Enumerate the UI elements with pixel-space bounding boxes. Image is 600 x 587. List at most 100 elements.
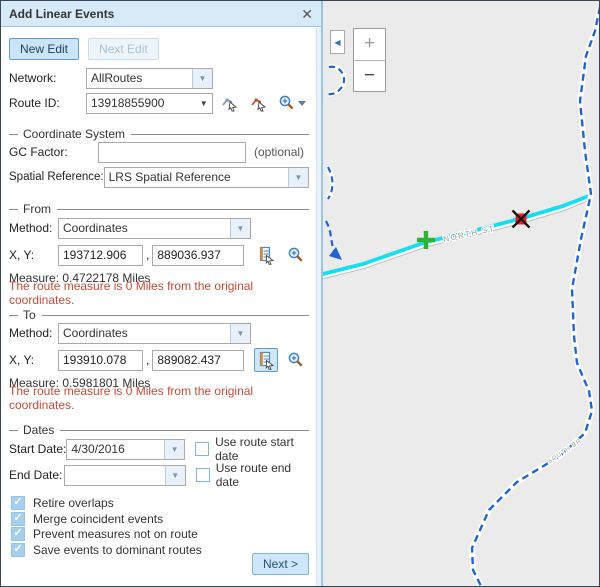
add-linear-events-panel: Add Linear Events ✕ New Edit Next Edit N…	[1, 1, 323, 586]
from-y-input[interactable]: 889036.937	[152, 245, 244, 266]
merge-coincident-events-checkbox[interactable]: ✓	[11, 512, 25, 526]
map-canvas[interactable]: ◀ + − NORTH ST SOUTH BR	[323, 1, 600, 586]
from-legend: From	[23, 202, 51, 216]
use-route-start-date-checkbox[interactable]	[195, 442, 209, 456]
route-polyline-icon	[221, 94, 239, 112]
to-separator: To	[9, 308, 309, 322]
close-icon[interactable]: ✕	[301, 7, 313, 21]
table-cursor-icon	[257, 351, 276, 370]
pick-to-point-on-map-icon[interactable]	[254, 348, 278, 372]
from-x-input[interactable]: 193712.906	[58, 245, 143, 266]
route-id-value: 13918855900	[87, 94, 196, 113]
coordinate-system-separator: Coordinate System	[9, 127, 309, 141]
collapse-arrow-icon: ◀	[334, 38, 340, 47]
gc-factor-row: GC Factor: (optional)	[9, 141, 309, 163]
select-route-on-map-icon[interactable]	[219, 91, 242, 115]
zoom-to-route-button[interactable]	[277, 91, 309, 115]
start-date-value: 4/30/2016	[67, 440, 164, 459]
from-method-label: Method:	[9, 221, 58, 235]
spatial-reference-dropdown[interactable]: LRS Spatial Reference ▼	[104, 167, 309, 188]
panel-scrollbar[interactable]	[316, 28, 321, 586]
prevent-measures-checkbox[interactable]: ✓	[11, 527, 25, 541]
from-xy-label: X, Y:	[9, 248, 58, 262]
use-route-end-date-checkbox[interactable]	[196, 468, 210, 482]
spatial-reference-row: Spatial Reference: LRS Spatial Reference…	[9, 166, 309, 188]
river-label: SOUTH BR	[546, 437, 583, 465]
option-retire-overlaps: ✓ Retire overlaps	[11, 495, 309, 510]
river-casing	[472, 7, 600, 586]
start-date-label: Start Date:	[9, 442, 66, 456]
xy-comma: ,	[146, 353, 149, 367]
start-date-dropdown[interactable]: 4/30/2016 ▼	[66, 439, 185, 460]
prevent-measures-label: Prevent measures not on route	[33, 527, 198, 541]
footer-row: Next >	[9, 553, 309, 575]
select-route-endpoint-icon[interactable]	[248, 91, 271, 115]
new-edit-button[interactable]: New Edit	[9, 38, 79, 60]
to-xy-label: X, Y:	[9, 353, 58, 367]
chevron-down-icon[interactable]: ▼	[230, 219, 250, 238]
to-legend: To	[23, 308, 36, 322]
panel-collapse-button[interactable]: ◀	[330, 30, 345, 54]
dates-legend: Dates	[23, 423, 54, 437]
retire-overlaps-label: Retire overlaps	[33, 496, 114, 510]
option-prevent-measures: ✓ Prevent measures not on route	[11, 526, 309, 541]
magnifier-icon	[278, 94, 308, 112]
gc-factor-input[interactable]	[98, 142, 246, 163]
chevron-down-icon[interactable]: ▼	[164, 440, 184, 459]
gc-factor-label: GC Factor:	[9, 145, 98, 159]
chevron-down-icon[interactable]: ▼	[288, 168, 308, 187]
optional-hint: (optional)	[254, 145, 304, 159]
route-id-row: Route ID: 13918855900 ▼	[9, 92, 309, 114]
map-zoom-control: + −	[353, 28, 386, 92]
flow-arrowhead	[329, 247, 342, 260]
end-date-value	[65, 466, 165, 485]
pick-from-point-on-map-icon[interactable]	[254, 243, 278, 267]
stream-arrow-segment	[326, 221, 335, 252]
route-id-combo[interactable]: 13918855900 ▼	[86, 93, 213, 114]
end-date-dropdown[interactable]: ▼	[64, 465, 186, 486]
to-method-dropdown[interactable]: Coordinates ▼	[58, 323, 251, 344]
end-date-row: End Date: ▼ Use route end date	[9, 464, 309, 486]
retire-overlaps-checkbox[interactable]: ✓	[11, 496, 25, 510]
xy-comma: ,	[146, 248, 149, 262]
to-xy-row: X, Y: 193910.078 , 889082.437	[9, 349, 309, 371]
merge-coincident-events-label: Merge coincident events	[33, 512, 163, 526]
end-date-label: End Date:	[9, 468, 64, 482]
from-method-row: Method: Coordinates ▼	[9, 217, 309, 239]
zoom-to-to-point-button[interactable]	[284, 348, 308, 372]
to-x-input[interactable]: 193910.078	[58, 350, 143, 371]
network-label: Network:	[9, 71, 86, 85]
zoom-out-button[interactable]: −	[354, 61, 385, 92]
to-method-row: Method: Coordinates ▼	[9, 322, 309, 344]
table-cursor-icon	[257, 246, 276, 265]
next-button[interactable]: Next >	[252, 553, 309, 575]
zoom-in-button[interactable]: +	[354, 29, 385, 61]
start-date-row: Start Date: 4/30/2016 ▼ Use route start …	[9, 438, 309, 460]
from-method-value: Coordinates	[59, 219, 230, 238]
from-xy-row: X, Y: 193712.906 , 889036.937	[9, 244, 309, 266]
network-row: Network: AllRoutes ▼	[9, 67, 309, 89]
from-method-dropdown[interactable]: Coordinates ▼	[58, 218, 251, 239]
network-value: AllRoutes	[87, 69, 192, 88]
next-edit-button[interactable]: Next Edit	[88, 38, 159, 60]
magnifier-plus-icon	[287, 351, 305, 369]
network-dropdown[interactable]: AllRoutes ▼	[86, 68, 213, 89]
chevron-down-icon[interactable]: ▼	[196, 94, 212, 113]
spatial-reference-value: LRS Spatial Reference	[105, 168, 288, 187]
to-method-value: Coordinates	[59, 324, 230, 343]
to-y-input[interactable]: 889082.437	[152, 350, 244, 371]
road-label: NORTH ST	[442, 224, 495, 244]
from-separator: From	[9, 202, 309, 216]
panel-title: Add Linear Events	[9, 7, 114, 21]
to-warning-text: The route measure is 0 Miles from the or…	[9, 391, 309, 404]
zoom-to-from-point-button[interactable]	[284, 243, 308, 267]
from-warning-text: The route measure is 0 Miles from the or…	[9, 286, 309, 299]
app-window: Add Linear Events ✕ New Edit Next Edit N…	[0, 0, 600, 587]
route-id-label: Route ID:	[9, 96, 86, 110]
to-method-label: Method:	[9, 326, 58, 340]
chevron-down-icon[interactable]: ▼	[230, 324, 250, 343]
chevron-down-icon[interactable]: ▼	[192, 69, 212, 88]
chevron-down-icon[interactable]: ▼	[165, 466, 185, 485]
coordinate-system-legend: Coordinate System	[23, 127, 125, 141]
spatial-reference-label: Spatial Reference:	[9, 171, 104, 183]
